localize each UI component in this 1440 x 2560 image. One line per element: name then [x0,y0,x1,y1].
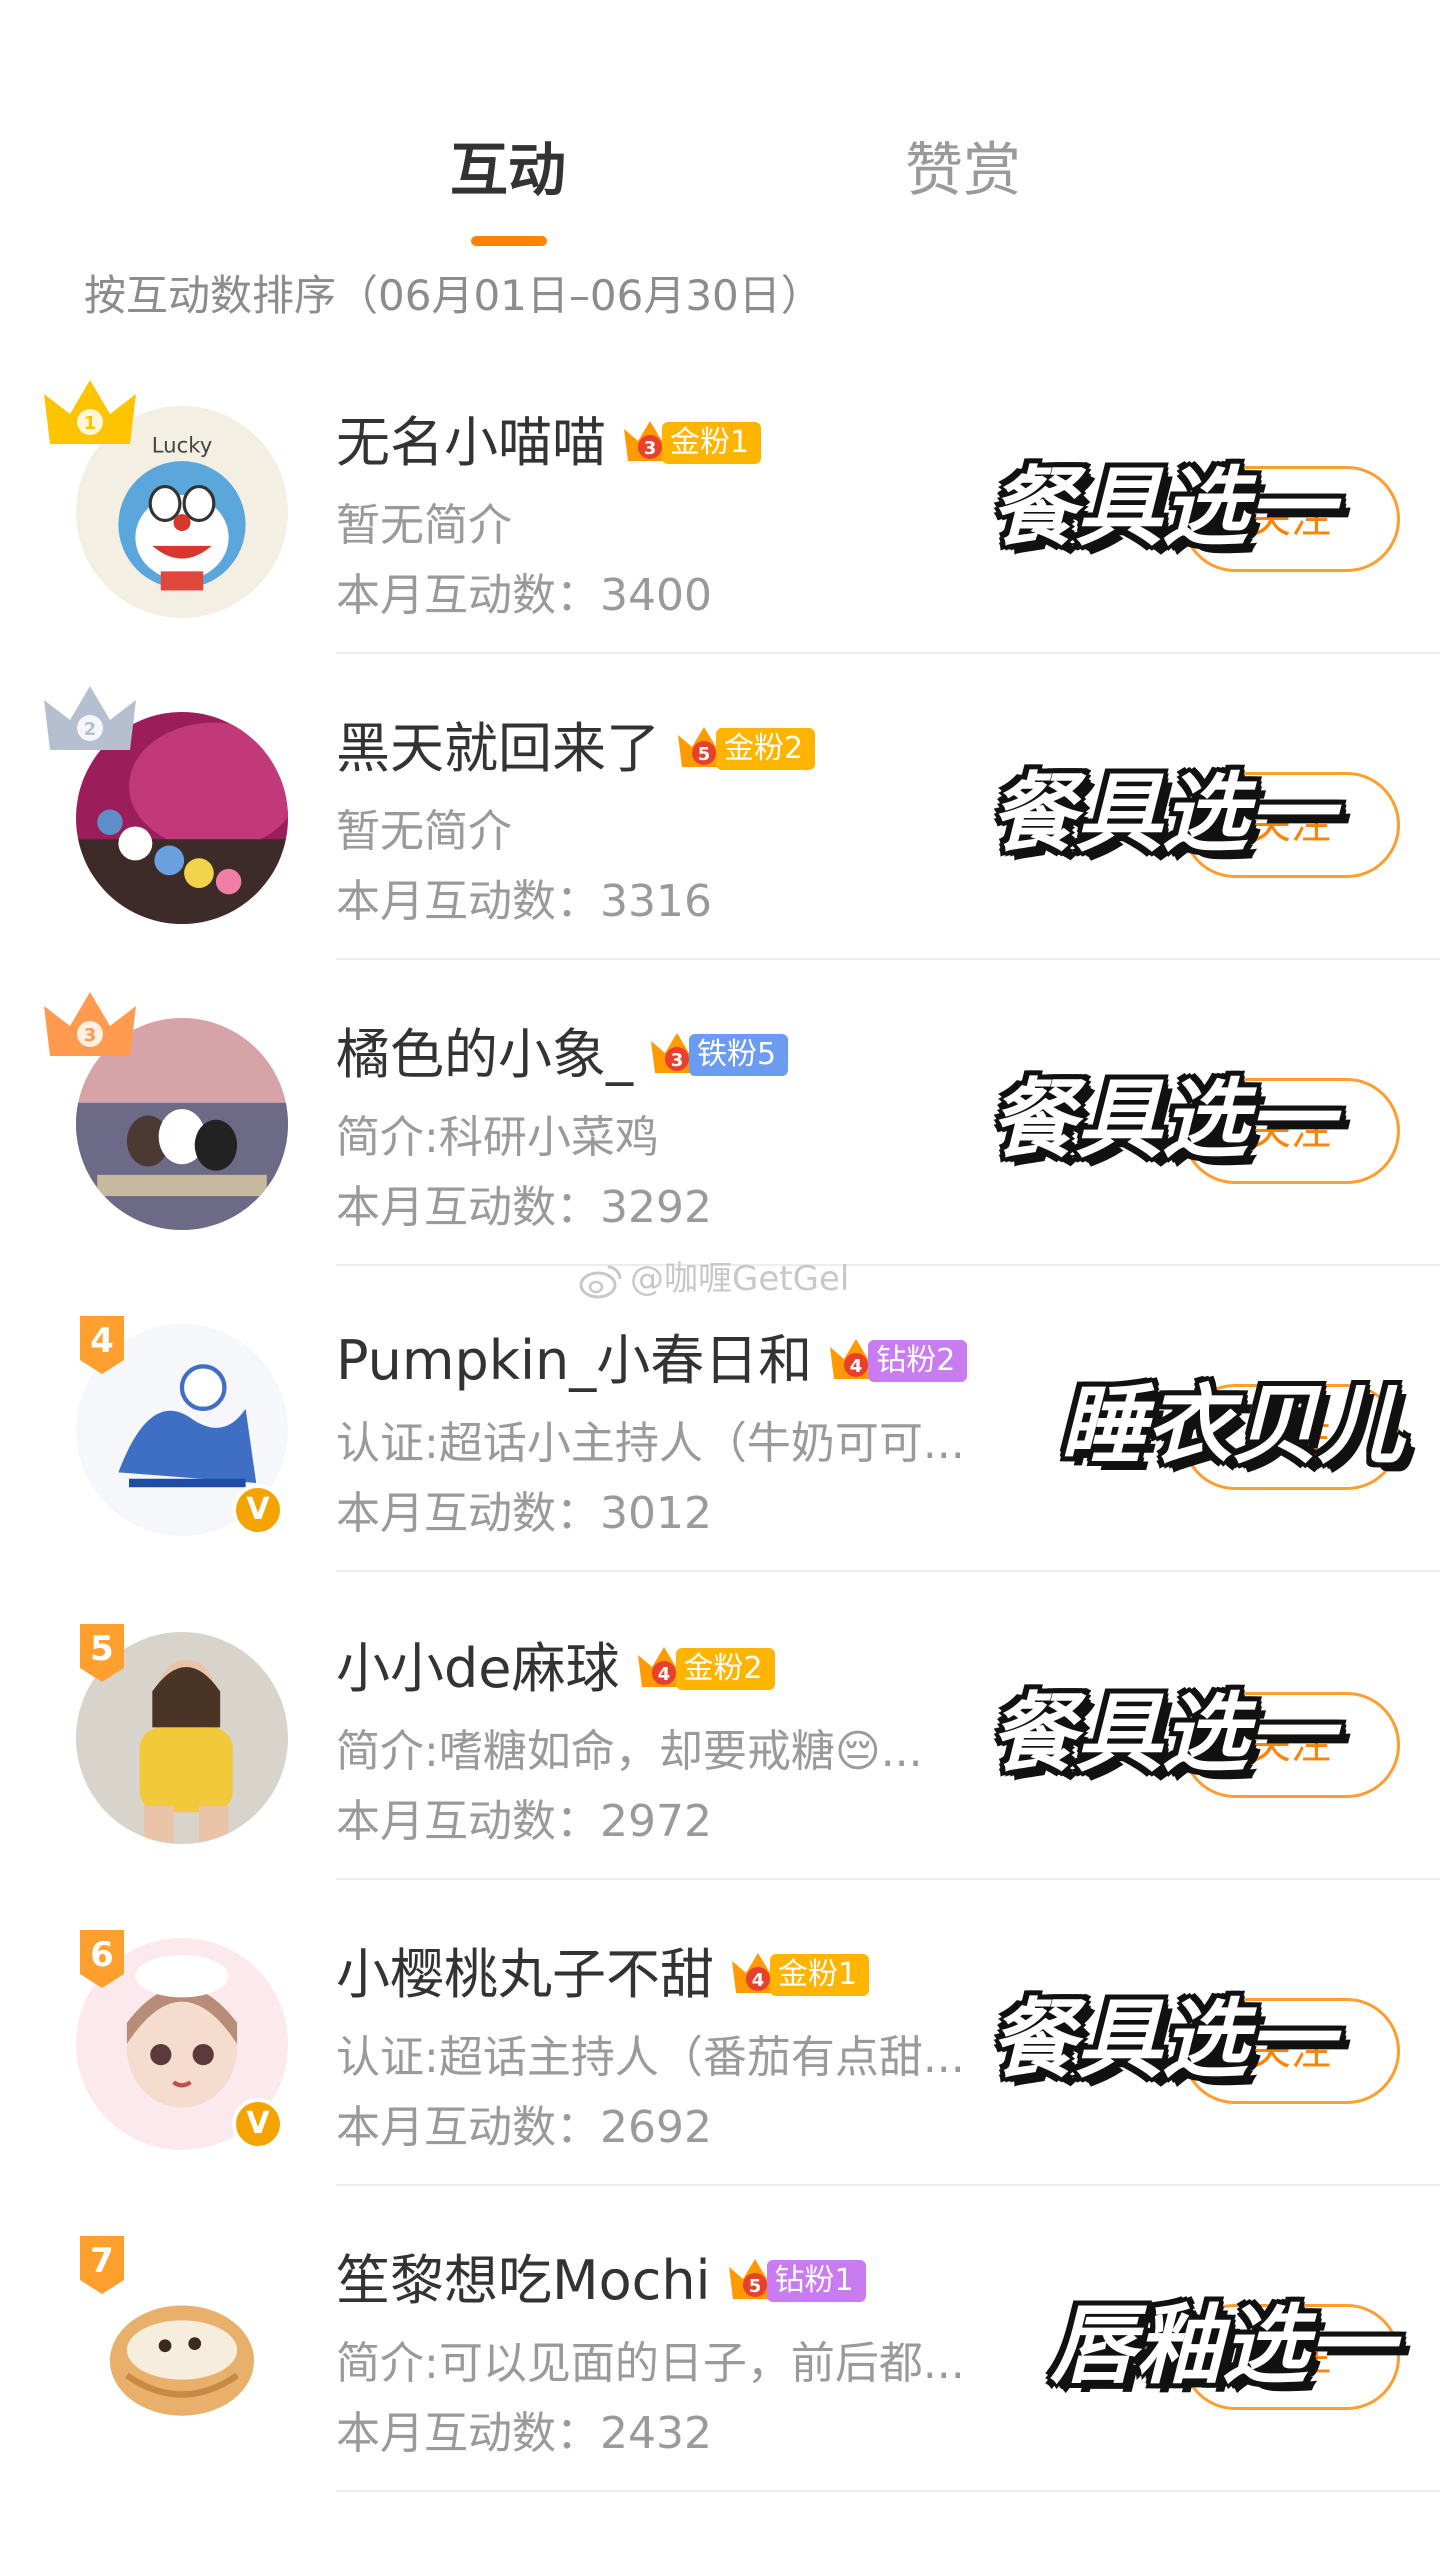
user-name[interactable]: 黑天就回来了 [336,712,660,786]
user-name[interactable]: 笙黎想吃Mochi [336,2244,711,2318]
name-line: 小樱桃丸子不甜 4 金粉1 [336,1938,870,2012]
fan-level-label: 金粉2 [675,1648,775,1690]
overlay-caption: 餐具选一 [990,1070,1334,1170]
sort-description: 按互动数排序（06月01日–06月30日） [84,271,823,320]
user-intro: 暂无简介 [336,806,512,857]
fan-level-badge: 3 铁粉5 [649,1029,789,1081]
user-intro: 认证:超话主持人（番茄有点甜... [336,2032,965,2083]
fan-row[interactable]: 2 黑天就回来了 5 金粉2 暂无简介 本月互动数：3316 关注 餐具选一 [0,654,1440,960]
user-name[interactable]: 小小de麻球 [336,1632,620,1706]
verified-icon: V [232,1484,284,1536]
fan-level-label: 金粉1 [662,422,762,464]
overlay-caption: 餐具选一 [990,1990,1334,2090]
rank-badge: 6 [80,1930,124,1988]
rank-number: 7 [90,2241,114,2281]
fan-row[interactable]: Lucky 1 无名小喵喵 3 金粉1 暂无简介 本月互动数：3400 关注 餐具选一 [0,348,1440,654]
fan-level-badge: 4 金粉1 [730,1949,870,2001]
fan-level-label: 钻粉1 [766,2260,866,2302]
fan-level-number: 3 [671,1050,684,1071]
user-name[interactable]: 小樱桃丸子不甜 [336,1938,714,2012]
active-tab-indicator [471,236,547,246]
interaction-count: 本月互动数：3292 [336,1182,712,1233]
overlay-caption: 餐具选一 [990,458,1334,558]
interaction-count: 本月互动数：2972 [336,1796,712,1847]
interaction-count: 本月互动数：2432 [336,2408,712,2459]
fan-row[interactable]: 7 笙黎想吃Mochi 5 钻粉1 简介:可以见面的日子，前后都... 本月互动数：243… [0,2186,1440,2492]
fan-row[interactable]: 6 V 小樱桃丸子不甜 4 金粉1 认证:超话主持人（番茄有点甜... 本月互动数：2692… [0,1880,1440,2186]
rank-crown-icon: 3 [44,992,136,1056]
rank-badge: 4 [80,1316,124,1374]
fan-level-label: 金粉2 [716,728,816,770]
rank-badge: 7 [80,2236,124,2294]
rank-crown-icon: 2 [44,686,136,750]
name-line: 无名小喵喵 3 金粉1 [336,406,762,480]
watermark: @咖喱GetGel [578,1254,849,1304]
tab-bar: 互动 赞赏 [0,120,1440,260]
fan-row[interactable]: 5 小小de麻球 4 金粉2 简介:嗜糖如命，却要戒糖😔... 本月互动数：2972 关注餐… [0,1574,1440,1880]
name-line: 笙黎想吃Mochi 5 钻粉1 [336,2244,866,2318]
fan-level-number: 4 [752,1970,765,1991]
interaction-count: 本月互动数：3316 [336,876,712,927]
fan-level-label: 金粉1 [770,1954,870,1996]
user-intro: 简介:嗜糖如命，却要戒糖😔... [336,1726,923,1777]
fan-level-number: 3 [644,438,657,459]
rank-number: 5 [90,1629,114,1669]
name-line: 黑天就回来了 5 金粉2 [336,712,816,786]
rank-number: 2 [84,719,97,740]
name-line: Pumpkin_小春日和 4 钻粉2 [336,1324,968,1398]
svg-text:Lucky: Lucky [152,433,213,458]
name-line: 小小de麻球 4 金粉2 [336,1632,775,1706]
fan-level-badge: 4 金粉2 [636,1643,775,1695]
fan-level-badge: 4 钻粉2 [828,1335,968,1387]
user-intro: 认证:超话小主持人（牛奶可可... [336,1418,965,1469]
user-name[interactable]: 无名小喵喵 [336,406,606,480]
fan-level-number: 5 [748,2276,761,2297]
fan-row[interactable]: 4 V Pumpkin_小春日和 4 钻粉2 认证:超话小主持人（牛奶可可... 本月互动数… [0,1266,1440,1572]
fan-row[interactable]: 3 橘色的小象_ 3 铁粉5 简介:科研小菜鸡 本月互动数：3292 关注 餐具选一 [0,960,1440,1266]
overlay-caption: 唇釉选一 [1050,2296,1394,2396]
row-divider [336,1570,1440,1572]
overlay-caption: 餐具选一 [990,1684,1334,1784]
watermark-text: @咖喱GetGel [630,1259,850,1299]
rank-number: 3 [84,1025,97,1046]
interaction-count: 本月互动数：2692 [336,2102,712,2153]
fan-level-label: 铁粉5 [689,1034,789,1076]
user-intro: 暂无简介 [336,500,512,551]
verified-icon: V [232,2098,284,2150]
rank-crown-icon: 1 [44,380,136,444]
fan-level-badge: 5 金粉2 [676,723,816,775]
user-intro: 简介:可以见面的日子，前后都... [336,2338,965,2389]
fan-level-number: 4 [657,1664,670,1685]
overlay-caption: 睡衣贝儿 [1060,1376,1404,1476]
tab-reward[interactable]: 赞赏 [905,120,1021,220]
rank-number: 6 [90,1935,114,1975]
fan-level-number: 5 [698,744,711,765]
fan-level-number: 4 [850,1356,863,1377]
user-name[interactable]: 橘色的小象_ [336,1018,633,1092]
interaction-count: 本月互动数：3400 [336,570,712,621]
rank-badge: 5 [80,1624,124,1682]
name-line: 橘色的小象_ 3 铁粉5 [336,1018,789,1092]
weibo-logo-icon [579,1265,622,1298]
tab-interaction[interactable]: 互动 [450,120,566,220]
rank-number: 4 [90,1321,114,1361]
fan-level-label: 钻粉2 [868,1340,968,1382]
overlay-caption: 餐具选一 [990,764,1334,864]
user-name[interactable]: Pumpkin_小春日和 [336,1324,812,1398]
fan-level-badge: 3 金粉1 [622,417,762,469]
user-intro: 简介:科研小菜鸡 [336,1112,659,1163]
row-divider [336,2490,1440,2492]
fan-level-badge: 5 钻粉1 [727,2255,866,2307]
interaction-count: 本月互动数：3012 [336,1488,712,1539]
rank-number: 1 [84,413,97,434]
